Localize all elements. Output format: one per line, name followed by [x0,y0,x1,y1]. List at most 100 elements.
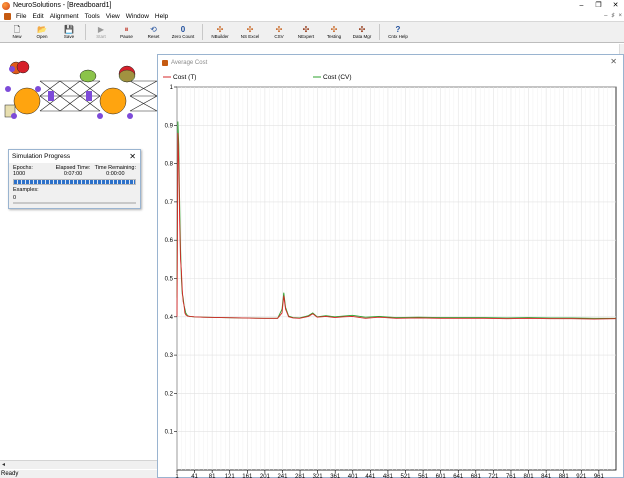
title-bar: NeuroSolutions - [Breadboard1] – ❐ ✕ [0,0,624,11]
open-button[interactable]: 📂 Open [28,22,56,42]
input-axon-icon[interactable] [13,87,41,115]
x-tick-label: 801 [524,474,535,478]
y-tick-label: 0.9 [165,123,174,129]
elapsed-value: 0:07:00 [63,171,83,177]
y-tick-label: 0.5 [165,277,174,283]
mdi-controls: – ♯ × [604,11,622,21]
x-tick-label: 521 [401,474,412,478]
x-tick-label: 881 [559,474,570,478]
x-tick-label: 761 [506,474,517,478]
examples-value: 0 [13,195,17,201]
dialog-title-bar: Simulation Progress ✕ [9,150,140,163]
y-tick-label: 0.6 [165,238,174,244]
testing-icon: ✣ [330,25,338,34]
csv-icon: ✣ [275,25,283,34]
start-button[interactable]: ▶ Start [89,22,113,42]
new-button[interactable]: 🗋 New [6,22,28,42]
toolbar-separator [202,24,203,40]
probe-icon[interactable] [9,66,15,72]
testing-button[interactable]: ✣ Testing [320,22,348,42]
y-tick-label: 0.1 [165,430,174,436]
pause-button[interactable]: ⏸ Pause [113,22,140,42]
x-tick-label: 401 [348,474,359,478]
close-button[interactable]: ✕ [607,0,624,11]
open-folder-icon: 📂 [37,25,47,34]
menu-window[interactable]: Window [123,13,152,20]
x-tick-label: 161 [242,474,253,478]
document-icon[interactable] [4,12,11,20]
x-tick-label: 121 [225,474,236,478]
window-title: NeuroSolutions - [Breadboard1] [13,2,112,9]
probe-icon[interactable] [35,86,41,92]
data-manager-button[interactable]: ✣ Data Mgr [348,22,376,42]
x-tick-label: 641 [453,474,464,478]
menu-view[interactable]: View [103,13,123,20]
hidden-axon-icon[interactable] [99,87,127,115]
backprop-icon[interactable] [79,69,97,83]
x-tick-label: 81 [209,474,216,478]
save-button[interactable]: 💾 Save [56,22,82,42]
menu-help[interactable]: Help [152,13,171,20]
chart-window-close-icon[interactable]: ✕ [610,57,617,66]
horizontal-scrollbar[interactable]: ◂ [0,460,157,469]
probe-icon[interactable] [127,113,133,119]
menu-edit[interactable]: Edit [29,13,46,20]
chart-window-icon [162,59,168,66]
dialog-close-icon[interactable]: ✕ [129,152,136,161]
x-tick-label: 841 [541,474,552,478]
mdi-restore-button[interactable]: ♯ [611,11,614,21]
ns-excel-button[interactable]: ✣ NS Excel [234,22,266,42]
y-tick-label: 0.3 [165,353,174,359]
input-file-icon[interactable] [16,60,30,74]
epochs-stat: Epochs: 1000 [13,165,52,177]
menu-tools[interactable]: Tools [82,13,103,20]
maximize-button[interactable]: ❐ [590,0,607,11]
csv-button[interactable]: ✣ CSV [266,22,292,42]
context-help-button[interactable]: ? Cntx Help [383,22,413,42]
nexpert-icon: ✣ [302,25,310,34]
zero-count-icon: 0 [180,25,186,34]
x-tick-label: 601 [436,474,447,478]
nexpert-button[interactable]: ✣ NExpert [292,22,320,42]
y-tick-label: 0.7 [165,200,174,206]
x-tick-label: 241 [277,474,288,478]
reset-icon: ⟲ [150,25,157,34]
breadboard-canvas[interactable] [0,44,158,460]
epochs-value: 1000 [13,171,26,177]
x-tick-label: 481 [383,474,394,478]
window-controls: – ❐ ✕ [573,0,624,11]
nbuilder-button[interactable]: ✣ NBuilder [206,22,234,42]
pause-icon: ⏸ [124,25,129,34]
x-tick-label: 561 [418,474,429,478]
scroll-left-icon[interactable]: ◂ [2,461,5,469]
progress-stats: Epochs: 1000 Elapsed Time: 0:07:00 Time … [9,163,140,177]
toolbar: 🗋 New 📂 Open 💾 Save ▶ Start ⏸ Pause ⟲ Reset 0Z… [0,21,624,43]
backprop-icon[interactable] [118,69,136,83]
menu-bar: File Edit Alignment Tools View Window He… [0,11,624,21]
x-tick-label: 961 [594,474,605,478]
mdi-close-button[interactable]: × [618,11,622,21]
y-tick-label: 0.2 [165,391,174,397]
mdi-minimize-button[interactable]: – [604,11,607,21]
zero-count-button[interactable]: 0 Zero Count [167,22,199,42]
examples-progress-bar [13,202,136,204]
menu-alignment[interactable]: Alignment [47,13,82,20]
probe-icon[interactable] [11,113,17,119]
x-tick-label: 281 [295,474,306,478]
probe-icon[interactable] [97,113,103,119]
probe-icon[interactable] [5,86,11,92]
x-tick-label: 921 [576,474,587,478]
neural-network-diagram[interactable] [0,44,158,144]
reset-button[interactable]: ⟲ Reset [140,22,167,42]
menu-file[interactable]: File [13,13,29,20]
average-cost-chart: 1 41 81 121 161 201 241 281 321 361 401 441 481 521 56… [163,74,617,478]
elapsed-stat: Elapsed Time: 0:07:00 [52,165,93,177]
minimize-button[interactable]: – [573,0,590,11]
chart-window-title: Average Cost [171,59,208,66]
examples-label: Examples: [13,187,39,193]
x-tick-label: 321 [313,474,324,478]
toolbar-separator [85,24,86,40]
x-tick-label: 441 [365,474,376,478]
x-tick-label: 201 [260,474,271,478]
app-icon [2,1,10,10]
